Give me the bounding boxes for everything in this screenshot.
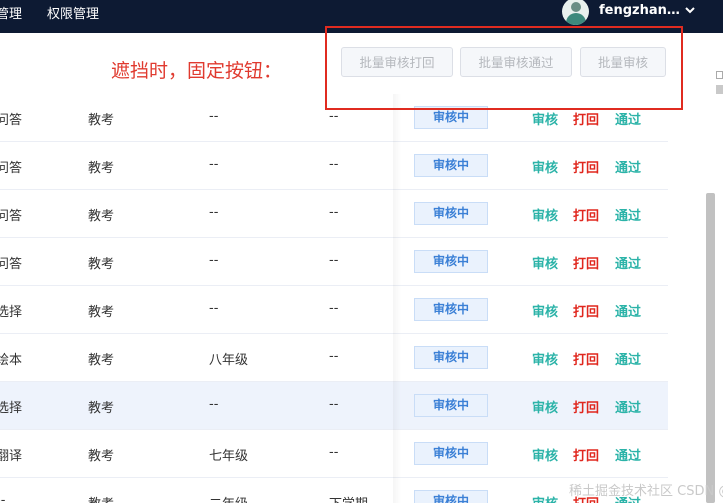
cell-category: 教考 — [88, 209, 115, 224]
data-table: 问答 教考 -- -- 审核中 审核 打回 通过 问答 教考 -- -- 审核中 审核 打回 通过 问答 教考 --… — [0, 94, 668, 503]
cell-grade: -- — [209, 301, 219, 316]
table-row[interactable]: 选择 教考 -- -- 审核中 审核 打回 通过 — [0, 286, 668, 334]
table-row[interactable]: 绘本 教考 八年级 -- 审核中 审核 打回 通过 — [0, 334, 668, 382]
cell-term: -- — [329, 205, 339, 220]
status-badge: 审核中 — [414, 346, 488, 369]
approve-link[interactable]: 通过 — [615, 253, 641, 272]
table-row[interactable]: 选择 教考 -- -- 审核中 审核 打回 通过 — [0, 382, 668, 430]
cell-category: 教考 — [88, 305, 115, 320]
table-row[interactable]: 问答 教考 -- -- 审核中 审核 打回 通过 — [0, 142, 668, 190]
cell-grade: 七年级 — [209, 449, 249, 464]
cell-grade: -- — [209, 109, 219, 124]
cell-type: 选择 — [0, 305, 23, 320]
approve-link[interactable]: 通过 — [615, 109, 641, 128]
highlight-annotation-box — [325, 26, 683, 110]
status-badge: 审核中 — [414, 298, 488, 321]
cell-type: 问答 — [0, 209, 23, 224]
approve-link[interactable]: 通过 — [615, 157, 641, 176]
reject-link[interactable]: 打回 — [573, 157, 599, 176]
cell-category: 教考 — [88, 449, 115, 464]
cell-term: -- — [329, 157, 339, 172]
nav-item-management[interactable]: 管理 — [0, 3, 22, 22]
cell-type: 翻译 — [0, 449, 23, 464]
reject-link[interactable]: 打回 — [573, 205, 599, 224]
cell-grade: -- — [209, 157, 219, 172]
fixed-column-shadow — [393, 94, 401, 503]
table-row[interactable]: 问答 教考 -- -- 审核中 审核 打回 通过 — [0, 190, 668, 238]
username-label[interactable]: fengzhan… — [599, 3, 680, 18]
status-badge: 审核中 — [414, 442, 488, 465]
review-link[interactable]: 审核 — [532, 349, 558, 368]
table-scrollbar-thumb[interactable] — [706, 193, 715, 503]
cell-category: 教考 — [88, 161, 115, 176]
review-link[interactable]: 审核 — [532, 205, 558, 224]
status-badge: 审核中 — [414, 202, 488, 225]
cell-grade: -- — [209, 253, 219, 268]
cell-term: -- — [329, 253, 339, 268]
cell-term: -- — [329, 349, 339, 364]
cell-term: 下学期 — [329, 493, 368, 503]
status-badge: 审核中 — [414, 250, 488, 273]
user-avatar[interactable] — [562, 0, 589, 25]
cell-grade: -- — [209, 205, 219, 220]
cell-type: 问答 — [0, 257, 23, 272]
fixed-button-hint: 遮挡时，固定按钮： — [111, 60, 283, 82]
review-link[interactable]: 审核 — [532, 109, 558, 128]
approve-link[interactable]: 通过 — [615, 397, 641, 416]
nav-item-permission-management[interactable]: 权限管理 — [47, 3, 99, 22]
cell-category: 教考 — [88, 493, 114, 503]
review-link[interactable]: 审核 — [532, 493, 558, 503]
reject-link[interactable]: 打回 — [573, 301, 599, 320]
review-link[interactable]: 审核 — [532, 157, 558, 176]
cell-category: 教考 — [88, 401, 115, 416]
cell-category: 教考 — [88, 353, 115, 368]
reject-link[interactable]: 打回 — [573, 109, 599, 128]
scroll-up-arrow[interactable] — [716, 71, 723, 79]
approve-link[interactable]: 通过 — [615, 301, 641, 320]
chevron-down-icon[interactable] — [683, 4, 697, 16]
review-link[interactable]: 审核 — [532, 397, 558, 416]
reject-link[interactable]: 打回 — [573, 349, 599, 368]
cell-category: 教考 — [88, 113, 115, 128]
cell-term: -- — [329, 445, 339, 460]
reject-link[interactable]: 打回 — [573, 445, 599, 464]
status-badge: 审核中 — [414, 490, 488, 503]
status-badge: 审核中 — [414, 394, 488, 417]
approve-link[interactable]: 通过 — [615, 205, 641, 224]
status-badge: 审核中 — [414, 154, 488, 177]
review-link[interactable]: 审核 — [532, 445, 558, 464]
reject-link[interactable]: 打回 — [573, 253, 599, 272]
cell-category: 教考 — [88, 257, 115, 272]
approve-link[interactable]: 通过 — [615, 445, 641, 464]
approve-link[interactable]: 通过 — [615, 349, 641, 368]
cell-term: -- — [329, 109, 339, 124]
cell-type: 问答 — [0, 113, 23, 128]
table-row[interactable]: 问答 教考 -- -- 审核中 审核 打回 通过 — [0, 238, 668, 286]
cell-type: 问答 — [0, 161, 23, 176]
cell-grade: 八年级 — [209, 353, 249, 368]
table-row[interactable]: 翻译 教考 七年级 -- 审核中 审核 打回 通过 — [0, 430, 668, 478]
cell-term: -- — [329, 301, 339, 316]
review-link[interactable]: 审核 — [532, 253, 558, 272]
cell-grade: -- — [209, 397, 219, 412]
review-link[interactable]: 审核 — [532, 301, 558, 320]
watermark: 稀土掘金技术社区 CSDN @搬砖 — [569, 484, 723, 499]
cell-type: 选择 — [0, 401, 23, 416]
table-row[interactable]: --教考二年级下学期审核中审核打回通过 — [0, 478, 668, 503]
cell-term: -- — [329, 397, 339, 412]
cell-grade: 二年级 — [209, 493, 248, 503]
reject-link[interactable]: 打回 — [573, 397, 599, 416]
cell-type: 绘本 — [0, 353, 23, 368]
cell-type: -- — [0, 493, 6, 503]
